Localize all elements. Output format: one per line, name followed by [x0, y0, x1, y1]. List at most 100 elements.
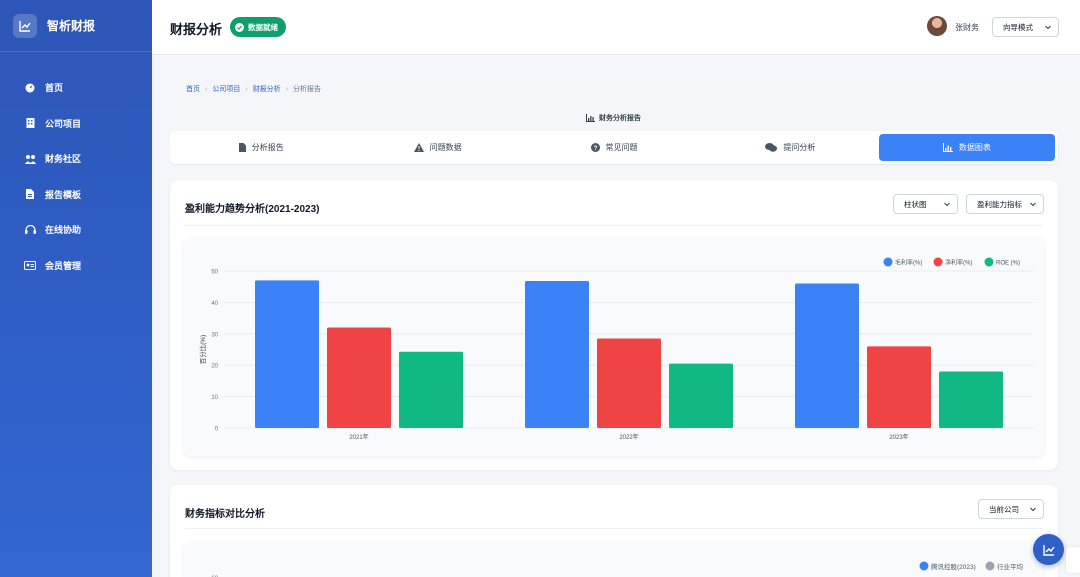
- card-title: 盈利能力趋势分析(2021-2023): [185, 204, 320, 215]
- card-divider: [185, 528, 1043, 529]
- legend-swatch-industry: [985, 561, 995, 571]
- chevron-right-icon: ›: [245, 85, 248, 93]
- chat-icon: [765, 143, 778, 152]
- user-name: 张财务: [955, 23, 979, 32]
- chart-type-select-value: 柱状图: [904, 199, 927, 209]
- comparison-chart-svg: 腾讯控股(2023) 行业平均 60: [211, 561, 1024, 577]
- avatar[interactable]: [927, 16, 947, 36]
- y-tick-label: 20: [211, 364, 218, 370]
- tab-label: 数据图表: [958, 143, 991, 152]
- mode-select[interactable]: 向导模式: [992, 17, 1059, 37]
- legend-label-industry: 行业平均: [997, 562, 1024, 571]
- chevron-right-icon: ›: [285, 85, 289, 93]
- legend-swatch: [883, 257, 893, 267]
- report-tabs: 分析报告 问题数据 ? 常见问题 提问分析 数据图表: [170, 131, 1058, 164]
- x-tick-label: 2023年: [889, 433, 908, 441]
- sidebar-item-projects[interactable]: 公司项目: [0, 106, 152, 142]
- chevron-right-icon: ›: [205, 85, 208, 93]
- metric-select[interactable]: 盈利能力指标: [966, 194, 1044, 214]
- tab-label: 问题数据: [429, 143, 462, 152]
- sidebar-nav: 首页 公司项目 财务社区 报告模板 在线协助 会员管理: [0, 70, 152, 283]
- status-badge-label: 数据就绪: [248, 22, 278, 32]
- tab-data-charts[interactable]: 数据图表: [878, 134, 1056, 161]
- sidebar-item-support[interactable]: 在线协助: [0, 212, 152, 248]
- legend-swatch: [933, 257, 943, 267]
- legend-label: 毛利率(%): [895, 259, 922, 267]
- legend-label: 净利率(%): [945, 259, 972, 267]
- y-tick-label: 0: [215, 427, 219, 433]
- tab-label: 常见问题: [605, 143, 638, 152]
- dashboard-icon: [24, 82, 36, 94]
- y-tick-label: 50: [211, 270, 218, 276]
- indicator-comparison-chart: 腾讯控股(2023) 行业平均 60: [184, 542, 1044, 577]
- sidebar-item-members[interactable]: 会员管理: [0, 248, 152, 284]
- legend-label-company: 腾讯控股(2023): [931, 562, 976, 571]
- breadcrumb: 首页 › 公司项目 › 财报分析 › 分析报告: [186, 84, 321, 94]
- breadcrumb-home[interactable]: 首页: [186, 84, 200, 94]
- bar-3-3: [939, 371, 1003, 428]
- breadcrumb-analysis[interactable]: 财报分析: [253, 84, 281, 94]
- sidebar-item-label: 报告模板: [45, 189, 82, 200]
- legend-swatch: [984, 257, 994, 267]
- bar-2-1: [327, 327, 391, 428]
- side-widget-tab[interactable]: [1066, 547, 1080, 573]
- chart-type-select[interactable]: 柱状图: [893, 194, 958, 214]
- tab-analysis-report[interactable]: 分析报告: [173, 134, 349, 161]
- bar-2-2: [597, 338, 661, 428]
- bar-1-1: [255, 280, 319, 428]
- sidebar-item-label: 在线协助: [45, 225, 82, 236]
- report-section-label: 财务分析报告: [599, 115, 641, 122]
- metric-select-value: 盈利能力指标: [977, 199, 1022, 209]
- page-title: 财报分析: [170, 22, 223, 37]
- chart-icon: [586, 114, 595, 122]
- bar-1-3: [795, 283, 859, 428]
- company-select-value: 当前公司: [989, 504, 1019, 514]
- building-icon: [24, 117, 36, 129]
- community-icon: [24, 153, 36, 165]
- y-tick-label: 30: [211, 332, 218, 338]
- legend-swatch-company: [919, 561, 929, 571]
- app-name: 智析财报: [47, 19, 96, 33]
- brand[interactable]: 智析财报: [0, 0, 152, 52]
- chevron-down-icon: [1030, 202, 1036, 207]
- profitability-bar-chart: 0 10 20 30 40 50 百分比(%) 2021年 2022年 2023年 毛利率(%) 净利…: [184, 238, 1044, 456]
- chevron-down-icon: [1045, 25, 1051, 30]
- sidebar-item-templates[interactable]: 报告模板: [0, 177, 152, 213]
- chevron-down-icon: [1030, 507, 1036, 512]
- file-icon: [238, 143, 246, 152]
- check-circle-icon: [235, 22, 244, 32]
- report-section-title: 财务分析报告: [586, 113, 641, 123]
- card-divider: [185, 225, 1043, 226]
- trend-chart-icon: [13, 13, 37, 38]
- tab-question-analysis[interactable]: 提问分析: [702, 134, 878, 161]
- sidebar-item-label: 会员管理: [45, 260, 82, 271]
- x-tick-label: 2022年: [619, 433, 638, 441]
- y-tick-label: 10: [211, 395, 218, 401]
- mode-select-value: 向导模式: [1003, 22, 1033, 32]
- bar-1-2: [525, 281, 589, 428]
- y-tick-label: 40: [211, 301, 218, 307]
- sidebar-item-home[interactable]: 首页: [0, 70, 152, 106]
- tab-label: 分析报告: [251, 143, 284, 152]
- chevron-down-icon: [944, 202, 950, 207]
- question-icon: ?: [590, 143, 600, 152]
- sidebar-item-community[interactable]: 财务社区: [0, 141, 152, 177]
- svg-text:?: ?: [593, 145, 597, 152]
- card-title: 财务指标对比分析: [185, 509, 265, 520]
- warning-icon: [413, 143, 424, 152]
- file-icon: [24, 188, 36, 200]
- status-badge: 数据就绪: [230, 17, 286, 37]
- id-card-icon: [24, 259, 36, 271]
- headset-icon: [24, 224, 36, 236]
- sidebar: 智析财报 首页 公司项目 财务社区 报告模板 在线协助 会员管理: [0, 0, 152, 577]
- top-header: 财报分析 数据就绪 张财务 向导模式: [152, 0, 1080, 55]
- chart-icon: [942, 143, 953, 152]
- legend-label: ROE (%): [996, 261, 1020, 267]
- assistant-fab-button[interactable]: [1033, 534, 1064, 565]
- breadcrumb-projects[interactable]: 公司项目: [212, 84, 240, 94]
- tab-problem-data[interactable]: 问题数据: [349, 134, 525, 161]
- tab-faq[interactable]: ? 常见问题: [526, 134, 702, 161]
- company-select[interactable]: 当前公司: [978, 499, 1044, 519]
- bar-chart-svg: 0 10 20 30 40 50 百分比(%) 2021年 2022年 2023年 毛利率(%) 净利…: [198, 257, 1034, 441]
- sidebar-item-label: 公司项目: [45, 118, 82, 129]
